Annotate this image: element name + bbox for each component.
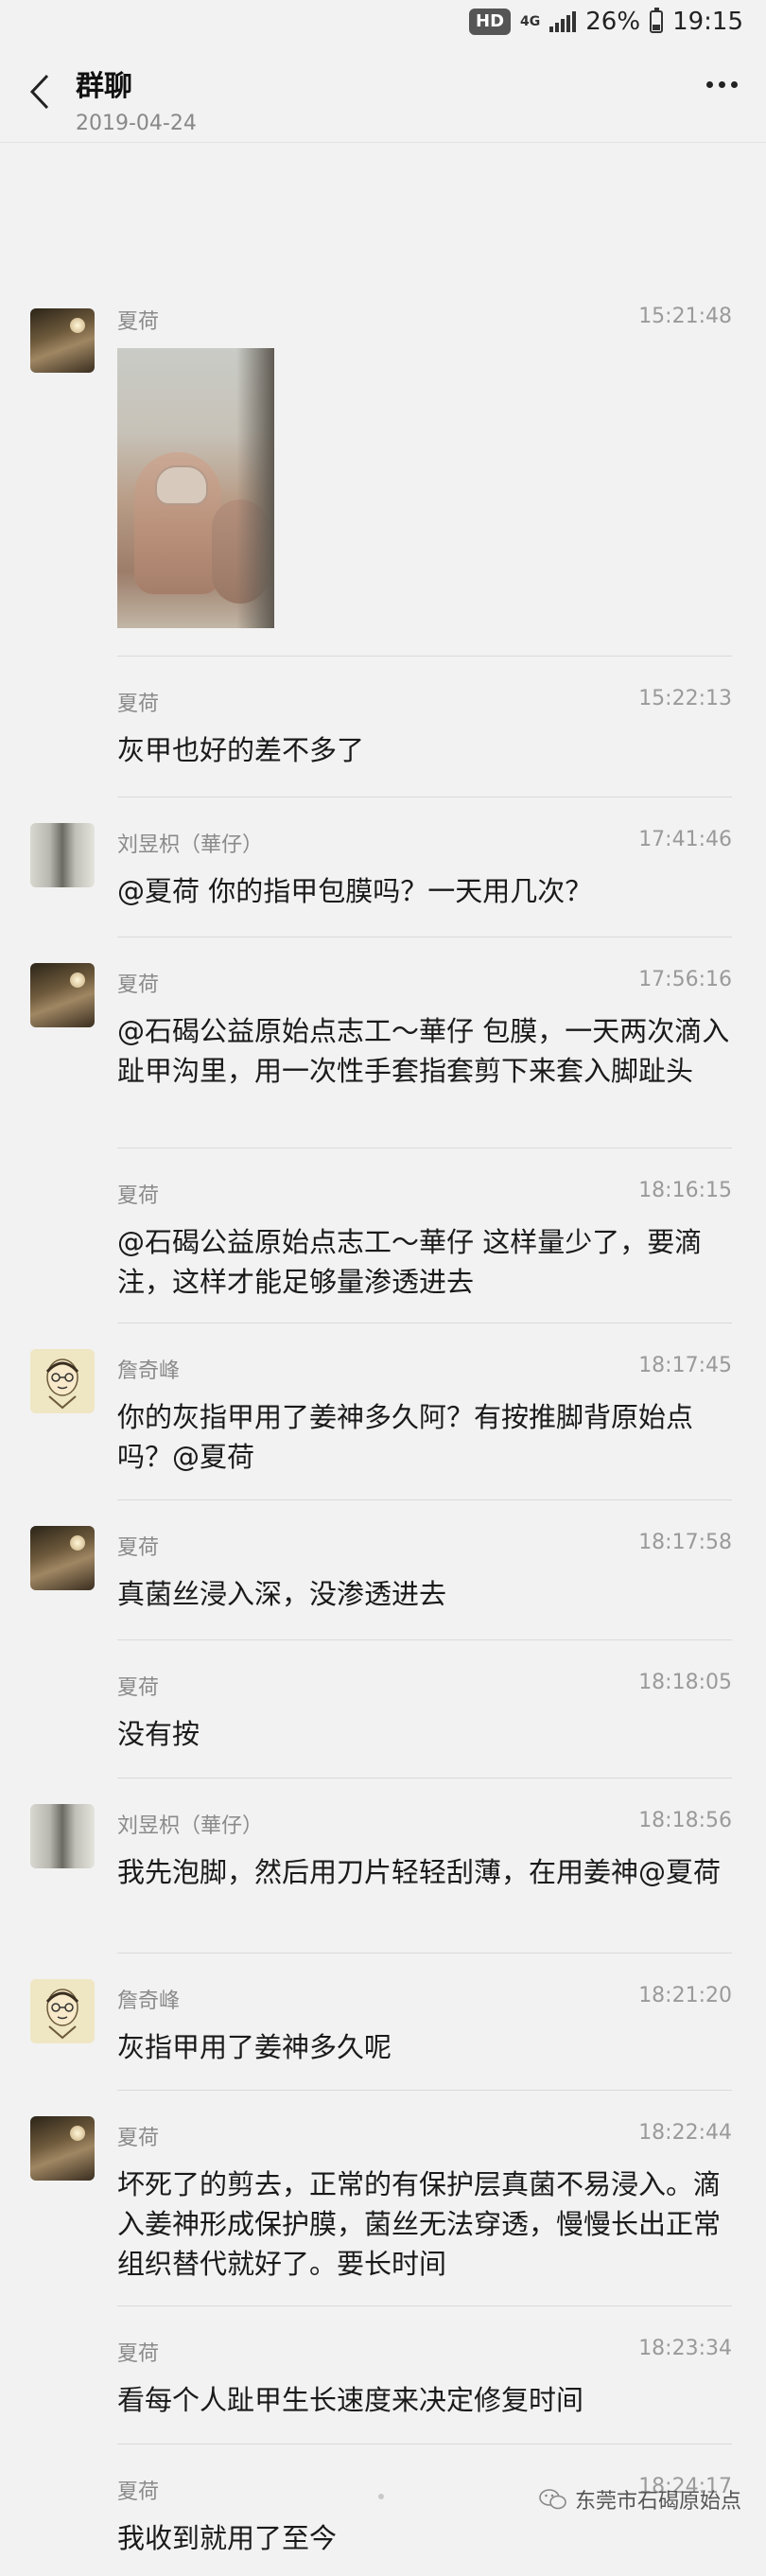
message-time: 18:17:58	[638, 1531, 732, 1554]
avatar[interactable]	[30, 1526, 95, 1590]
watermark-text: 东莞市石碣原始点	[574, 2490, 741, 2514]
message-time: 18:21:20	[638, 1984, 732, 2007]
message-time: 18:17:45	[638, 1354, 732, 1377]
divider	[117, 937, 732, 938]
signal-icon	[549, 11, 577, 32]
message-time: 17:56:16	[638, 968, 732, 991]
message-text: 真菌丝浸入深，没渗透进去	[117, 1578, 447, 1610]
more-button[interactable]	[706, 81, 738, 88]
photo-nail	[155, 465, 208, 505]
message-item: 夏荷 18:23:34 看每个人趾甲生长速度来决定修复时间	[0, 2305, 766, 2438]
avatar[interactable]	[30, 1804, 95, 1868]
avatar[interactable]	[30, 308, 95, 373]
watermark: 东莞市石碣原始点	[539, 2484, 741, 2515]
more-dot	[731, 81, 738, 88]
battery-icon	[650, 8, 664, 33]
message-item: 夏荷 18:22:44 坏死了的剪去，正常的有保护层真菌不易浸入。滴入姜神形成保…	[0, 2090, 766, 2303]
chat-header: 群聊 2019-04-24	[0, 47, 766, 143]
chevron-left-icon	[29, 74, 49, 110]
wechat-icon	[539, 2489, 566, 2510]
back-button[interactable]	[21, 68, 59, 115]
message-item: 夏荷 17:56:16 @石碣公益原始点志工～華仔 包膜，一天两次滴入趾甲沟里，…	[0, 937, 766, 1145]
clock: 19:15	[672, 8, 743, 36]
message-item: 夏荷 18:18:05 没有按	[0, 1639, 766, 1762]
foot-photo[interactable]	[117, 348, 274, 628]
message-text: 灰甲也好的差不多了	[117, 734, 365, 766]
message-item: 夏荷 18:17:58 真菌丝浸入深，没渗透进去	[0, 1499, 766, 1641]
avatar[interactable]	[30, 823, 95, 887]
divider	[117, 656, 732, 657]
message-text: 看每个人趾甲生长速度来决定修复时间	[117, 2384, 584, 2416]
photo-shadow	[236, 348, 274, 628]
avatar[interactable]	[30, 1349, 95, 1413]
message-text: @夏荷 你的指甲包膜吗？一天用几次？	[117, 875, 593, 907]
message-item: 刘昱枳（華仔） 18:18:56 我先泡脚，然后用刀片轻轻刮薄，在用姜神@夏荷	[0, 1778, 766, 1948]
message-text: @石碣公益原始点志工～華仔 包膜，一天两次滴入趾甲沟里，用一次性手套指套剪下来套…	[117, 1015, 730, 1087]
message-item: 夏荷 15:22:13 灰甲也好的差不多了	[0, 656, 766, 797]
message-item: 詹奇峰 18:17:45 你的灰指甲用了姜神多久阿？有按推脚背原始点吗？@夏荷	[0, 1323, 766, 1493]
divider	[117, 2444, 732, 2445]
message-time: 18:23:34	[638, 2337, 732, 2360]
cartoon-face-icon	[45, 1358, 79, 1410]
chat-date: 2019-04-24	[76, 112, 197, 135]
message-text: 你的灰指甲用了姜神多久阿？有按推脚背原始点吗？@夏荷	[117, 1401, 694, 1473]
hd-badge: HD	[469, 9, 512, 35]
chat-title: 群聊	[76, 70, 132, 103]
avatar[interactable]	[30, 2116, 95, 2181]
divider	[117, 1953, 732, 1954]
message-time: 18:22:44	[638, 2121, 732, 2145]
message-time: 18:18:05	[638, 1671, 732, 1694]
more-dot	[706, 81, 713, 88]
message-text: @石碣公益原始点志工～華仔 这样量少了，要滴注，这样才能足够量渗透进去	[117, 1226, 703, 1298]
network-label: 4G	[520, 14, 541, 29]
more-dot	[719, 81, 725, 88]
message-text: 没有按	[117, 1718, 200, 1750]
divider	[117, 2305, 732, 2306]
divider	[117, 1778, 732, 1779]
message-item: 夏荷 15:21:48	[0, 305, 766, 636]
message-item: 夏荷 18:16:15 @石碣公益原始点志工～華仔 这样量少了，要滴注，这样才能…	[0, 1148, 766, 1318]
message-time: 18:18:56	[638, 1809, 732, 1832]
message-time: 15:22:13	[638, 687, 732, 710]
page-indicator-dot	[378, 2494, 384, 2499]
battery-percent: 26%	[585, 8, 641, 36]
message-text: 坏死了的剪去，正常的有保护层真菌不易浸入。滴入姜神形成保护膜，菌丝无法穿透，慢慢…	[117, 2168, 722, 2280]
divider	[117, 1499, 732, 1500]
message-item: 詹奇峰 18:21:20 灰指甲用了姜神多久呢	[0, 1953, 766, 2076]
divider	[117, 2090, 732, 2091]
message-time: 15:21:48	[638, 305, 732, 328]
message-time: 18:16:15	[638, 1179, 732, 1202]
avatar[interactable]	[30, 1979, 95, 2043]
message-text: 灰指甲用了姜神多久呢	[117, 2031, 392, 2063]
message-item: 刘昱枳（華仔） 17:41:46 @夏荷 你的指甲包膜吗？一天用几次？	[0, 797, 766, 938]
divider	[117, 1639, 732, 1640]
message-time: 17:41:46	[638, 828, 732, 851]
avatar[interactable]	[30, 963, 95, 1027]
title-block: 群聊 2019-04-24	[76, 62, 197, 135]
status-bar: HD 4G 26% 19:15	[0, 0, 766, 47]
status-right: HD 4G 26% 19:15	[469, 8, 743, 36]
cartoon-face-icon	[45, 1989, 79, 2040]
message-text: 我收到就用了至今	[117, 2522, 338, 2554]
message-text: 我先泡脚，然后用刀片轻轻刮薄，在用姜神@夏荷	[117, 1856, 722, 1888]
